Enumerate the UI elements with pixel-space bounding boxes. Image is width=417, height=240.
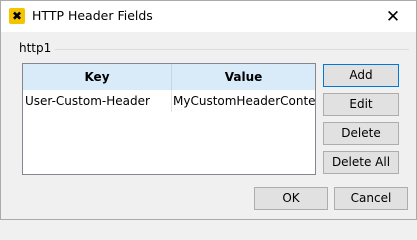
column-header-value[interactable]: Value <box>172 64 315 90</box>
group-divider <box>55 49 409 50</box>
table-header: Key Value <box>23 64 315 90</box>
table-row[interactable]: User-Custom-Header MyCustomHeaderContent <box>23 90 315 112</box>
title-bar[interactable]: ✖ HTTP Header Fields ✕ <box>1 1 416 32</box>
delete-button[interactable]: Delete <box>323 122 399 145</box>
close-button[interactable]: ✕ <box>370 1 416 32</box>
row-value-cell: MyCustomHeaderContent <box>173 94 315 108</box>
cancel-button[interactable]: Cancel <box>334 187 408 210</box>
http-header-fields-dialog: ✖ HTTP Header Fields ✕ http1 Key Value U… <box>0 0 417 220</box>
close-icon: ✕ <box>385 6 401 27</box>
group-label: http1 <box>19 41 52 55</box>
ok-button[interactable]: OK <box>254 187 328 210</box>
add-button[interactable]: Add <box>323 64 399 87</box>
delete-all-button[interactable]: Delete All <box>323 151 399 174</box>
header-fields-table[interactable]: Key Value User-Custom-Header MyCustomHea… <box>22 63 316 175</box>
app-logo-icon: ✖ <box>9 8 25 24</box>
column-divider <box>171 90 172 112</box>
edit-button[interactable]: Edit <box>323 93 399 116</box>
column-header-key[interactable]: Key <box>23 64 172 90</box>
window-title: HTTP Header Fields <box>32 8 153 23</box>
row-key-cell: User-Custom-Header <box>25 94 150 108</box>
